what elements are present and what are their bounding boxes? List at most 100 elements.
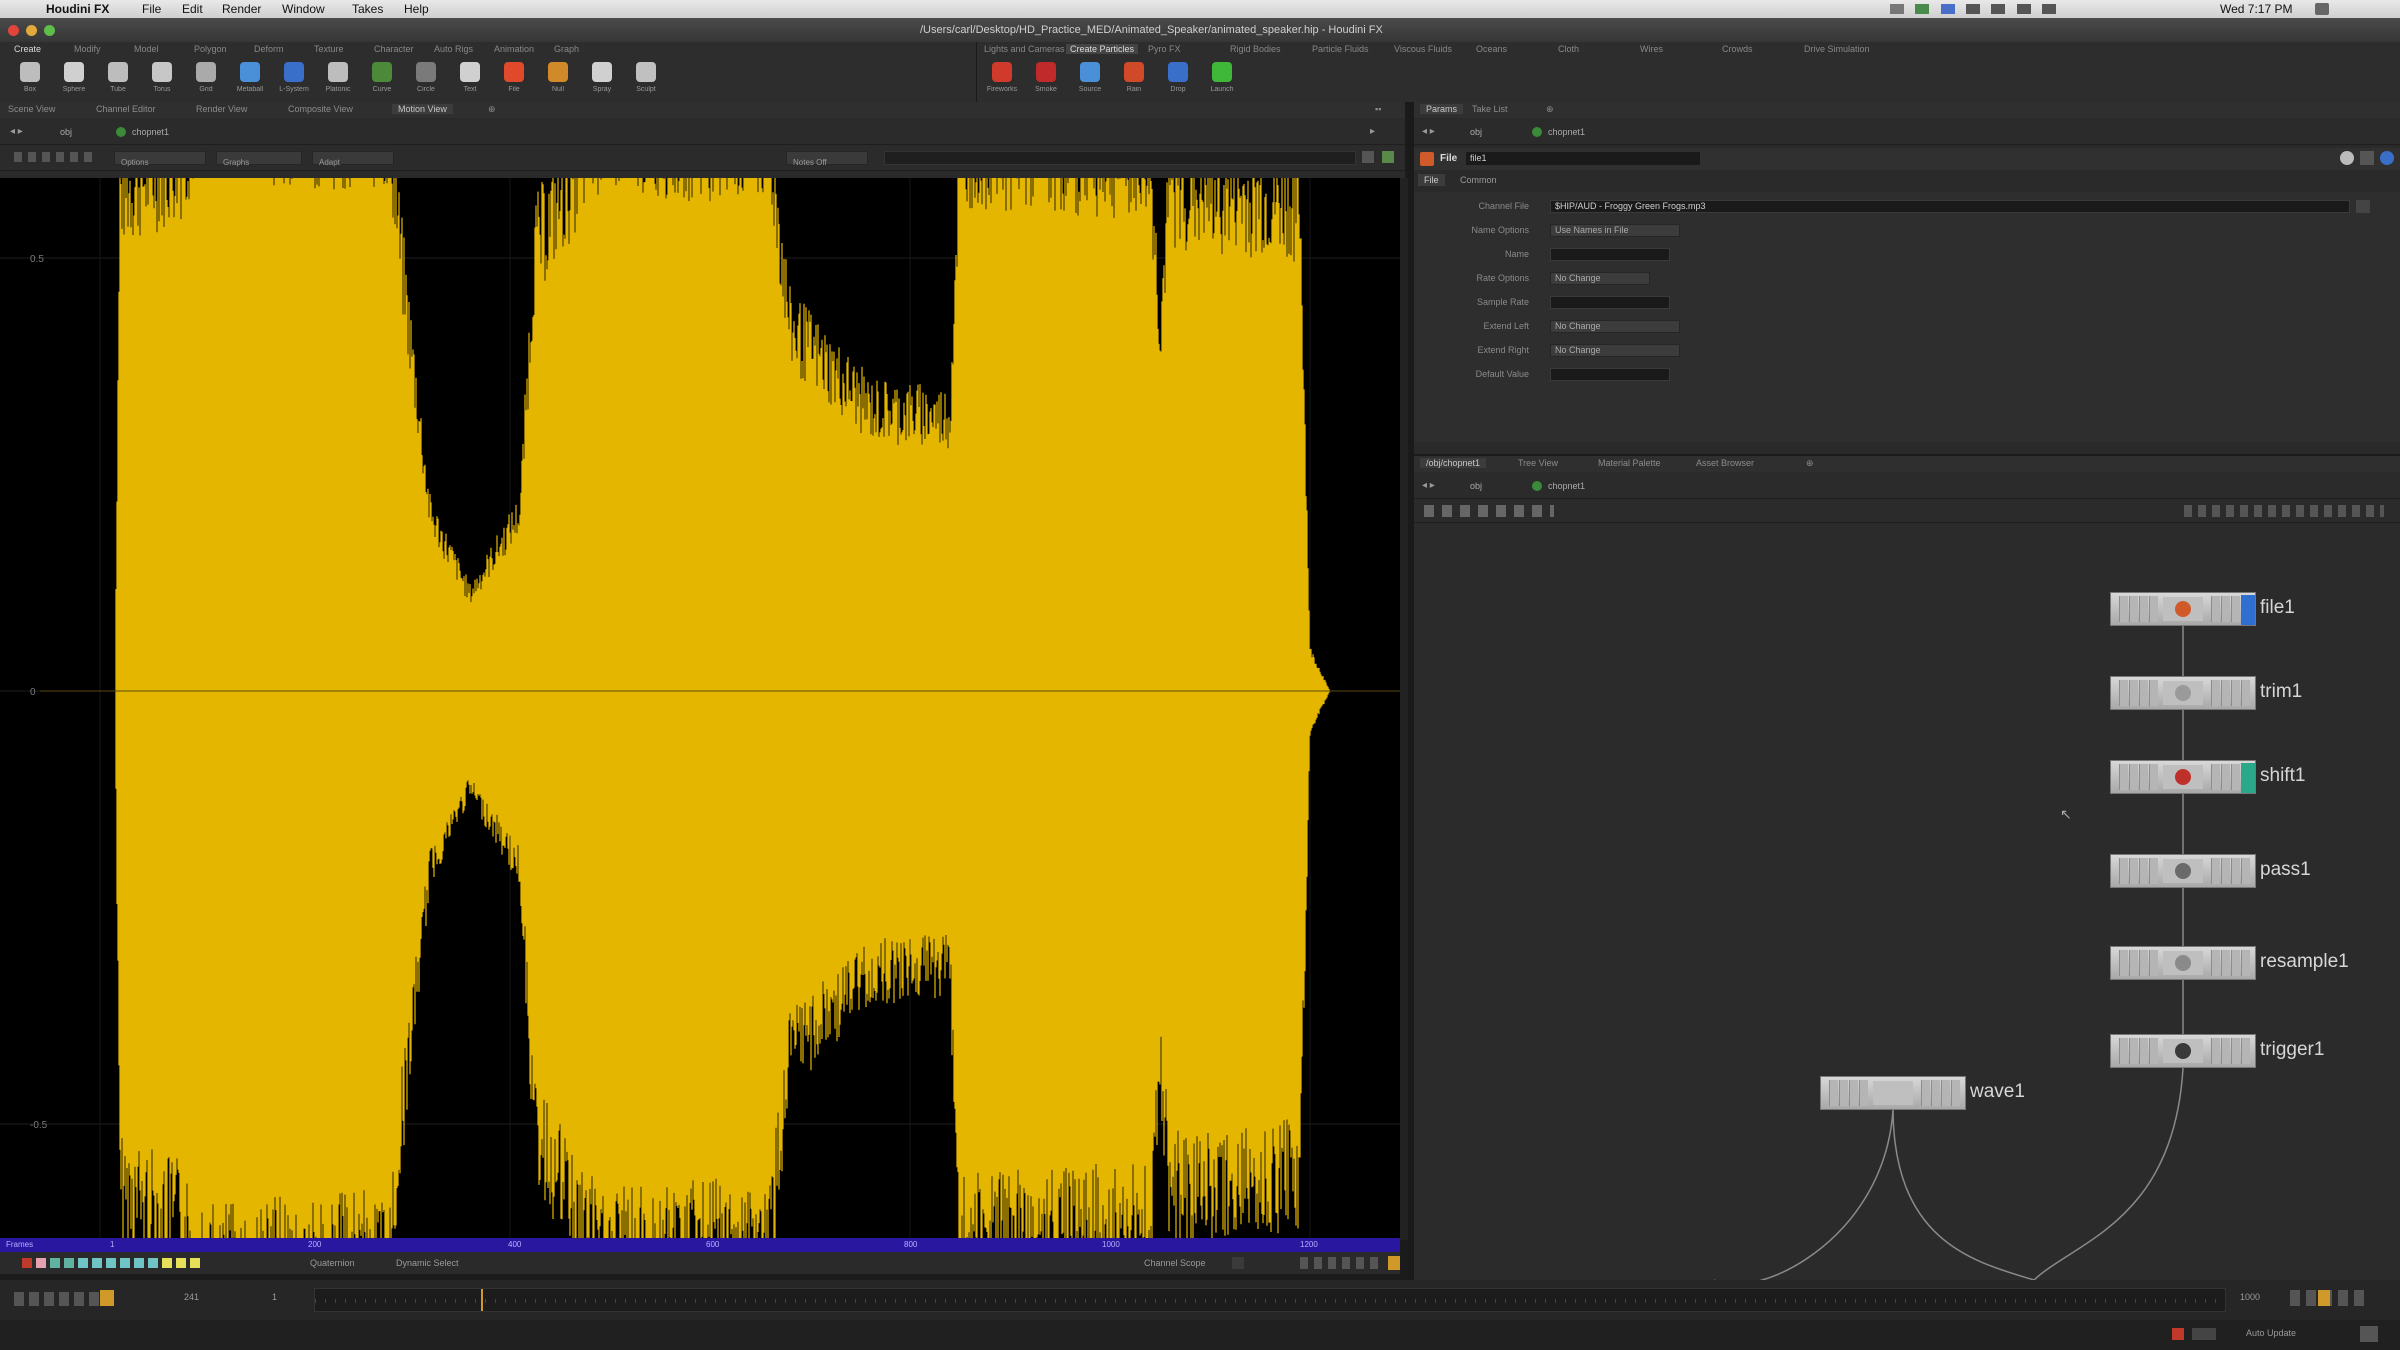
menu-help[interactable]: Help [404,2,429,16]
view-tools-icons[interactable] [14,152,94,162]
shelf-tab-wires[interactable]: Wires [1640,44,1663,54]
tool-rain[interactable]: Rain [1116,60,1152,100]
channel-chip[interactable] [148,1258,158,1268]
node-label-shift1[interactable]: shift1 [2260,765,2305,787]
shelf-tab-modify[interactable]: Modify [74,44,101,54]
shelf-tab-texture[interactable]: Texture [314,44,344,54]
tool-grid[interactable]: Grid [188,60,224,100]
start-frame[interactable]: 1 [272,1292,277,1302]
menu-takes[interactable]: Takes [352,2,383,16]
close-window-icon[interactable] [8,25,19,36]
timeline-options-icons[interactable] [2290,1290,2370,1306]
lock-channel-icon[interactable] [1388,1256,1400,1270]
notes-menu[interactable]: Notes Off [786,151,868,167]
param-name-field[interactable] [1550,248,1670,261]
tool-smoke[interactable]: Smoke [1028,60,1064,100]
tool-text[interactable]: Text [452,60,488,100]
channel-chip[interactable] [106,1258,116,1268]
auto-update-menu[interactable]: Auto Update [2246,1328,2296,1338]
node-file1[interactable] [2110,592,2256,626]
tool-launch[interactable]: Launch [1204,60,1240,100]
tool-platonic[interactable]: Platonic [320,60,356,100]
options-menu[interactable]: Options [114,151,206,167]
channel-chip[interactable] [78,1258,88,1268]
motion-graph-area[interactable]: 0.5 0 -0.5 [0,178,1400,1240]
param-extend-left-menu[interactable]: No Change [1550,320,1680,333]
performance-icon[interactable] [2192,1328,2216,1340]
shelf-tab-crowds[interactable]: Crowds [1722,44,1753,54]
tab-channel-editor[interactable]: Channel Editor [96,104,156,114]
tool-tube[interactable]: Tube [100,60,136,100]
notes-field[interactable] [884,151,1356,165]
node-label-wave1[interactable]: wave1 [1970,1081,2025,1103]
back-icon[interactable]: ◂ ▸ [10,126,23,137]
channel-chip[interactable] [92,1258,102,1268]
channel-chip[interactable] [176,1258,186,1268]
param-extend-right-menu[interactable]: No Change [1550,344,1680,357]
timeline-cursor[interactable] [481,1289,483,1311]
tool-sculpt[interactable]: Sculpt [628,60,664,100]
channel-chip[interactable] [190,1258,200,1268]
tool-circle[interactable]: Circle [408,60,444,100]
param-default-value-field[interactable] [1550,368,1670,381]
minimize-window-icon[interactable] [26,25,37,36]
stop-icon[interactable] [2172,1328,2184,1340]
node-name-field[interactable]: file1 [1466,152,1700,165]
shelf-tab-model[interactable]: Model [134,44,159,54]
channel-chip[interactable] [64,1258,74,1268]
graphs-menu[interactable]: Graphs [216,151,302,167]
quaternion-label[interactable]: Quaternion [310,1258,355,1268]
tool-torus[interactable]: Torus [144,60,180,100]
node-resample1[interactable] [2110,946,2256,980]
menu-edit[interactable]: Edit [182,2,203,16]
shelf-tab-create-particles[interactable]: Create Particles [1066,44,1139,54]
tool-null[interactable]: Null [540,60,576,100]
gear-icon[interactable] [2340,151,2354,165]
tool-curve[interactable]: Curve [364,60,400,100]
app-menu[interactable]: Houdini FX [46,2,109,16]
channel-chip[interactable] [22,1258,32,1268]
node-trigger1[interactable] [2110,1034,2256,1068]
channel-chip[interactable] [162,1258,172,1268]
menu-render[interactable]: Render [222,2,261,16]
shelf-tab-drive-simulation[interactable]: Drive Simulation [1804,44,1870,54]
info-icon[interactable] [2380,151,2394,165]
playback-controls-icons[interactable] [14,1292,104,1306]
tab-composite-view[interactable]: Composite View [288,104,353,114]
tab-motion-view[interactable]: Motion View [392,104,453,114]
graph-scrollbar[interactable] [1400,178,1408,1240]
play-icon[interactable] [100,1290,114,1306]
display-flag-icon[interactable] [2241,595,2255,625]
channel-tools-icons[interactable] [1300,1257,1380,1269]
param-channel-file-field[interactable]: $HIP/AUD - Froggy Green Frogs.mp3 [1550,200,2350,213]
current-frame[interactable]: 241 [184,1292,199,1302]
add-tab-icon[interactable]: ⊕ [488,104,496,115]
shelf-tab-auto-rigs[interactable]: Auto Rigs [434,44,473,54]
filter-icon[interactable] [2360,1326,2378,1342]
node-label-resample1[interactable]: resample1 [2260,951,2349,973]
end-frame[interactable]: 1000 [2240,1292,2260,1302]
channel-chip[interactable] [36,1258,46,1268]
tool-sphere[interactable]: Sphere [56,60,92,100]
tool-spray[interactable]: Spray [584,60,620,100]
display-flag-icon[interactable] [2241,763,2255,793]
waveform-graph[interactable]: 0.5 0 -0.5 [0,178,1400,1240]
shelf-tab-animation[interactable]: Animation [494,44,534,54]
zoom-window-icon[interactable] [44,25,55,36]
tab-render-view[interactable]: Render View [196,104,247,114]
file-browse-icon[interactable] [2356,200,2370,213]
shelf-tab-lights-and-cameras[interactable]: Lights and Cameras [984,44,1065,54]
channel-chip[interactable] [120,1258,130,1268]
tab-common[interactable]: Common [1454,174,1503,186]
node-wave1[interactable] [1820,1076,1966,1110]
dynamic-select-label[interactable]: Dynamic Select [396,1258,459,1268]
menu-file[interactable]: File [142,2,161,16]
tool-source[interactable]: Source [1072,60,1108,100]
param-name-options-menu[interactable]: Use Names in File [1550,224,1680,237]
node-label-file1[interactable]: file1 [2260,597,2295,619]
node-shift1[interactable] [2110,760,2256,794]
param-sample-rate-field[interactable] [1550,296,1670,309]
node-trim1[interactable] [2110,676,2256,710]
shelf-tab-viscous-fluids[interactable]: Viscous Fluids [1394,44,1452,54]
tool-drop[interactable]: Drop [1160,60,1196,100]
